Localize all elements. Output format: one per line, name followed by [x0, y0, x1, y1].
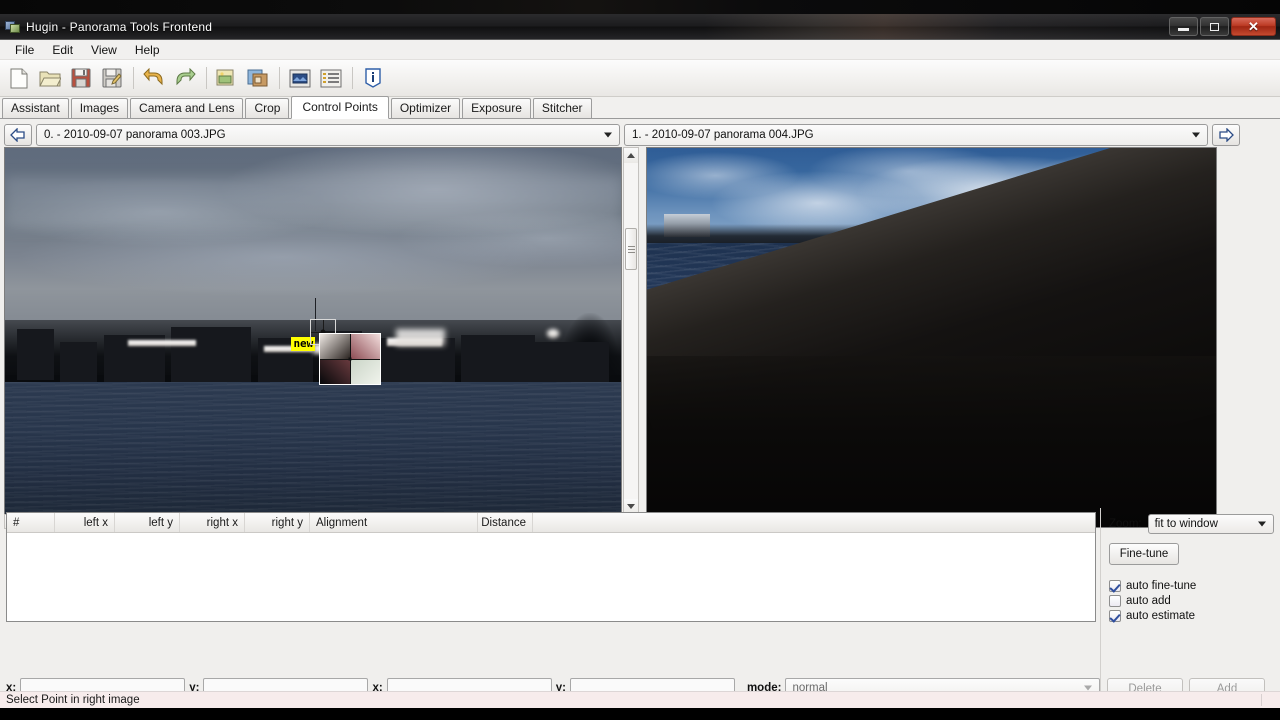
main-toolbar [0, 60, 1280, 97]
zoom-row: Zoom: fit to window [1109, 514, 1274, 534]
menu-bar: File Edit View Help [0, 40, 1280, 60]
auto-fine-tune-checkbox[interactable] [1109, 579, 1121, 592]
control-points-table[interactable]: # left x left y right x right y Alignmen… [6, 512, 1096, 622]
auto-add-label: auto add [1126, 594, 1171, 607]
tab-images[interactable]: Images [70, 98, 129, 119]
column-header-left-y[interactable]: left y [115, 513, 180, 532]
column-header-index[interactable]: # [7, 513, 55, 532]
left-image-vertical-scrollbar[interactable] [623, 147, 639, 515]
letterbox-bottom [0, 708, 1280, 720]
column-header-alignment[interactable]: Alignment [310, 513, 478, 532]
auto-estimate-row[interactable]: auto estimate [1109, 608, 1274, 623]
auto-options-group: auto fine-tune auto add auto estimate [1109, 578, 1274, 623]
control-points-table-header: # left x left y right x right y Alignmen… [7, 513, 1095, 533]
close-button[interactable]: ✕ [1231, 17, 1276, 36]
toolbar-separator [133, 67, 134, 89]
open-project-icon[interactable] [35, 63, 65, 93]
control-points-table-wrap: # left x left y right x right y Alignmen… [0, 508, 1100, 708]
maximize-button[interactable] [1200, 17, 1229, 36]
right-image-combo[interactable]: 1. - 2010-09-07 panorama 004.JPG [624, 123, 1208, 146]
column-header-distance[interactable]: Distance [478, 513, 533, 532]
image-panes: new [0, 147, 1280, 529]
new-project-icon[interactable] [4, 63, 34, 93]
application-window: Hugin - Panorama Tools Frontend ✕ File E… [0, 14, 1280, 708]
column-header-filler [533, 513, 1095, 532]
toolbar-separator [279, 67, 280, 89]
control-points-table-body[interactable] [7, 533, 1095, 621]
fine-tune-button[interactable]: Fine-tune [1109, 543, 1179, 565]
menu-file[interactable]: File [6, 41, 43, 59]
previous-image-button[interactable] [4, 123, 32, 146]
control-points-side-panel: Zoom: fit to window Fine-tune auto fine-… [1100, 508, 1280, 708]
chevron-down-icon [604, 132, 612, 137]
tab-assistant[interactable]: Assistant [2, 98, 69, 119]
preview-panorama-icon[interactable] [285, 63, 315, 93]
add-images-dir-icon[interactable] [243, 63, 273, 93]
tab-optimizer[interactable]: Optimizer [390, 98, 461, 119]
left-image-pane: new [4, 147, 641, 529]
show-control-points-icon[interactable] [316, 63, 346, 93]
left-image-canvas[interactable]: new [4, 147, 622, 515]
status-bar-separator [1261, 694, 1262, 706]
bottom-area: # left x left y right x right y Alignmen… [0, 508, 1280, 708]
scroll-up-icon[interactable] [624, 148, 638, 163]
auto-add-row[interactable]: auto add [1109, 593, 1274, 608]
tab-stitcher[interactable]: Stitcher [532, 98, 592, 119]
image-selector-row: 0. - 2010-09-07 panorama 003.JPG 1. - 20… [0, 119, 1280, 147]
title-bar: Hugin - Panorama Tools Frontend ✕ [0, 14, 1280, 40]
add-images-icon[interactable] [212, 63, 242, 93]
column-header-right-y[interactable]: right y [245, 513, 310, 532]
screen-root: Hugin - Panorama Tools Frontend ✕ File E… [0, 0, 1280, 720]
column-header-right-x[interactable]: right x [180, 513, 245, 532]
redo-icon[interactable] [170, 63, 200, 93]
undo-icon[interactable] [139, 63, 169, 93]
left-image-combo-value: 0. - 2010-09-07 panorama 003.JPG [44, 128, 226, 141]
tab-crop[interactable]: Crop [245, 98, 290, 119]
status-message: Select Point in right image [6, 694, 140, 706]
menu-view[interactable]: View [82, 41, 126, 59]
zoom-combo[interactable]: fit to window [1147, 514, 1274, 534]
right-image-combo-value: 1. - 2010-09-07 panorama 004.JPG [632, 128, 814, 141]
save-project-icon[interactable] [66, 63, 96, 93]
tab-control-points[interactable]: Control Points [291, 96, 389, 119]
vertical-scroll-thumb[interactable] [625, 228, 637, 270]
column-header-left-x[interactable]: left x [55, 513, 115, 532]
tab-exposure[interactable]: Exposure [462, 98, 531, 119]
about-info-icon[interactable] [358, 63, 388, 93]
status-bar: Select Point in right image [0, 691, 1280, 708]
letterbox-top [0, 0, 1280, 14]
auto-fine-tune-row[interactable]: auto fine-tune [1109, 578, 1274, 593]
zoom-label: Zoom: [1109, 518, 1142, 530]
auto-estimate-checkbox[interactable] [1109, 609, 1121, 622]
left-image-combo[interactable]: 0. - 2010-09-07 panorama 003.JPG [36, 123, 620, 146]
menu-help[interactable]: Help [126, 41, 169, 59]
left-photo: new [5, 148, 621, 514]
toolbar-separator [206, 67, 207, 89]
tab-camera-and-lens[interactable]: Camera and Lens [130, 98, 244, 119]
menu-edit[interactable]: Edit [43, 41, 82, 59]
chevron-down-icon [1192, 132, 1200, 137]
zoom-combo-value: fit to window [1154, 518, 1218, 530]
chevron-down-icon [1084, 685, 1092, 691]
main-tab-bar: Assistant Images Camera and Lens Crop Co… [0, 96, 1280, 119]
auto-add-checkbox[interactable] [1109, 594, 1121, 607]
next-image-button[interactable] [1212, 123, 1240, 146]
right-image-pane [646, 147, 1218, 529]
minimize-button[interactable] [1169, 17, 1198, 36]
hugin-app-icon [5, 19, 21, 35]
right-photo [647, 148, 1216, 527]
window-title: Hugin - Panorama Tools Frontend [26, 19, 213, 34]
auto-fine-tune-label: auto fine-tune [1126, 579, 1197, 592]
toolbar-separator [352, 67, 353, 89]
auto-estimate-label: auto estimate [1126, 609, 1196, 622]
save-as-project-icon[interactable] [97, 63, 127, 93]
control-points-panel: 0. - 2010-09-07 panorama 003.JPG 1. - 20… [0, 119, 1280, 708]
right-image-canvas[interactable] [646, 147, 1217, 528]
control-point-magnifier[interactable] [319, 332, 382, 385]
window-controls: ✕ [1167, 17, 1276, 36]
chevron-down-icon [1258, 521, 1266, 527]
